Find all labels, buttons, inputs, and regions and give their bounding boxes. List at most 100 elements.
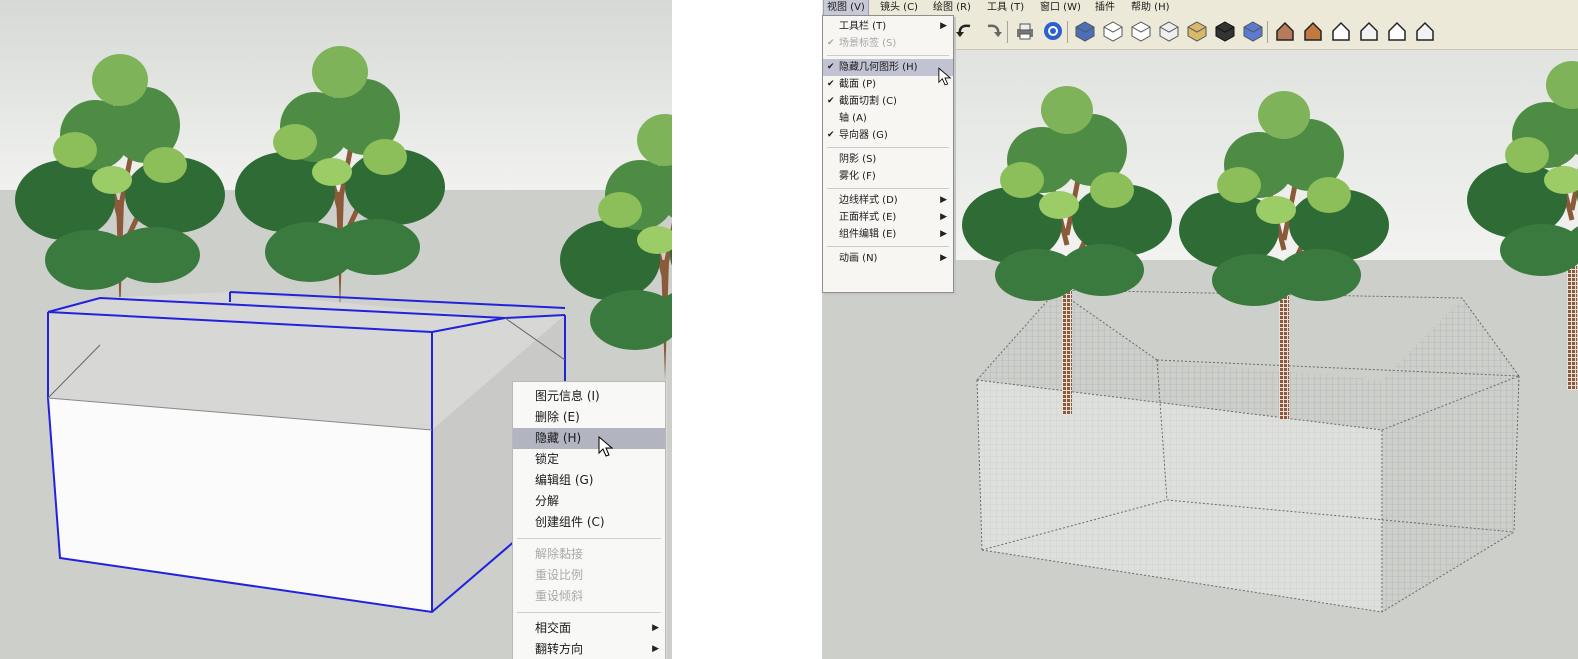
view-menu-item[interactable]: 动画 (N) ▶ xyxy=(823,250,953,267)
view-menu-item-label: 雾化 (F) xyxy=(839,171,876,182)
context-menu-item-label: 图元信息 (I) xyxy=(535,389,600,403)
checkmark-icon: ✔ xyxy=(827,130,835,140)
context-menu-item: 重设倾斜 xyxy=(513,586,665,607)
context-menu-item: 重设比例 xyxy=(513,565,665,586)
view-menu-dropdown: 工具栏 (T) ▶ ✔ 场景标签 (S) ✔ 隐藏几何图形 (H) ✔ 截面 (P) ✔ 截面切割… xyxy=(822,15,954,293)
menu-draw[interactable]: 绘图 (R) xyxy=(930,0,974,15)
iso-view-icon[interactable] xyxy=(1074,20,1096,42)
view-menu-item-label: 边线样式 (D) xyxy=(839,195,898,206)
context-menu-item[interactable]: 删除 (E) xyxy=(513,407,665,428)
context-menu-item[interactable]: 分解 xyxy=(513,491,665,512)
shaded-texture-icon[interactable] xyxy=(1186,20,1208,42)
submenu-arrow-icon: ▶ xyxy=(940,253,947,263)
checkmark-icon: ✔ xyxy=(827,38,835,48)
submenu-arrow-icon: ▶ xyxy=(940,21,947,31)
context-menu-item[interactable]: 图元信息 (I) xyxy=(513,386,665,407)
monochrome-icon[interactable] xyxy=(1214,20,1236,42)
menu-separator xyxy=(517,538,661,539)
model-info-icon[interactable] xyxy=(1042,20,1064,42)
redo-icon[interactable] xyxy=(982,20,1004,42)
context-menu-item-label: 删除 (E) xyxy=(535,410,580,424)
view-menu-item-label: 场景标签 (S) xyxy=(839,38,897,49)
context-menu: 图元信息 (I) 删除 (E) 隐藏 (H) 锁定编辑组 (G) 分解创建组件 (C) 解… xyxy=(512,381,666,659)
context-menu-item[interactable]: 隐藏 (H) xyxy=(513,428,665,449)
menu-separator xyxy=(517,612,661,613)
view-menu-item-label: 正面样式 (E) xyxy=(839,212,897,223)
context-menu-item-label: 创建组件 (C) xyxy=(535,515,605,529)
shaded-icon[interactable] xyxy=(1158,20,1180,42)
menu-view[interactable]: 视图 (V) xyxy=(823,0,869,16)
view-menu-item-label: 工具栏 (T) xyxy=(839,21,887,32)
front-view-icon[interactable] xyxy=(1302,20,1324,42)
view-menu-item-label: 阴影 (S) xyxy=(839,154,877,165)
view-menu-item[interactable]: ✔ 截面切割 (C) xyxy=(823,93,953,110)
view-menu-item-label: 轴 (A) xyxy=(839,113,867,124)
context-menu-item-label: 解除黏接 xyxy=(535,547,584,561)
right-viewport[interactable]: 视图 (V) 镜头 (C) 绘图 (R) 工具 (T) 窗口 (W) 插件 帮助… xyxy=(822,0,1578,659)
view-menu-item-label: 隐藏几何图形 (H) xyxy=(839,62,918,73)
view-menu-item[interactable]: 雾化 (F) xyxy=(823,168,953,185)
submenu-arrow-icon: ▶ xyxy=(940,229,947,239)
menu-tools[interactable]: 工具 (T) xyxy=(984,0,1027,15)
view-menu-item[interactable]: ✔ 截面 (P) xyxy=(823,76,953,93)
context-menu-item-label: 重设比例 xyxy=(535,568,584,582)
menu-window[interactable]: 窗口 (W) xyxy=(1037,0,1084,15)
menu-help[interactable]: 帮助 (H) xyxy=(1128,0,1173,15)
context-menu-item-label: 编辑组 (G) xyxy=(535,473,594,487)
hidden-line-icon[interactable] xyxy=(1130,20,1152,42)
toolbar-separator xyxy=(1067,21,1068,43)
toolbar xyxy=(952,15,1578,50)
submenu-arrow-icon: ▶ xyxy=(652,644,659,654)
context-menu-item[interactable]: 编辑组 (G) xyxy=(513,470,665,491)
checkmark-icon: ✔ xyxy=(827,96,835,106)
view-menu-item[interactable]: 边线样式 (D) ▶ xyxy=(823,192,953,209)
context-menu-item-label: 锁定 xyxy=(535,452,560,466)
menu-separator xyxy=(827,188,949,189)
context-menu-item: 解除黏接 xyxy=(513,544,665,565)
menu-plugins[interactable]: 插件 xyxy=(1092,0,1118,15)
view-menu-item-label: 动画 (N) xyxy=(839,253,878,264)
xray-icon[interactable] xyxy=(1242,20,1264,42)
view-menu-item-label: 组件编辑 (E) xyxy=(839,229,897,240)
view-menu-item-label: 截面 (P) xyxy=(839,79,877,90)
context-menu-item-label: 相交面 xyxy=(535,621,572,635)
context-menu-item[interactable]: 翻转方向 ▶ xyxy=(513,639,665,659)
view-menu-item[interactable]: 正面样式 (E) ▶ xyxy=(823,209,953,226)
menu-bar: 视图 (V) 镜头 (C) 绘图 (R) 工具 (T) 窗口 (W) 插件 帮助… xyxy=(822,0,1578,16)
view-menu-item: ✔ 场景标签 (S) xyxy=(823,35,953,52)
submenu-arrow-icon: ▶ xyxy=(940,195,947,205)
view-menu-item[interactable]: 轴 (A) xyxy=(823,110,953,127)
menu-camera[interactable]: 镜头 (C) xyxy=(877,0,921,15)
view-menu-item[interactable]: 组件编辑 (E) ▶ xyxy=(823,226,953,243)
context-menu-item-label: 隐藏 (H) xyxy=(535,431,582,445)
menu-separator xyxy=(827,147,949,148)
menu-separator xyxy=(827,55,949,56)
context-menu-item[interactable]: 锁定 xyxy=(513,449,665,470)
view-menu-item[interactable]: ✔ 隐藏几何图形 (H) xyxy=(823,59,953,76)
view-menu-item[interactable]: 阴影 (S) xyxy=(823,151,953,168)
mouse-cursor-icon xyxy=(938,67,952,86)
back-view-icon[interactable] xyxy=(1358,20,1380,42)
submenu-arrow-icon: ▶ xyxy=(652,623,659,633)
context-menu-item-label: 重设倾斜 xyxy=(535,589,584,603)
context-menu-item[interactable]: 相交面 ▶ xyxy=(513,618,665,639)
submenu-arrow-icon: ▶ xyxy=(940,212,947,222)
top-view-icon[interactable] xyxy=(1274,20,1296,42)
right-view-icon[interactable] xyxy=(1330,20,1352,42)
toolbar-separator xyxy=(1007,21,1008,43)
context-menu-item[interactable]: 创建组件 (C) xyxy=(513,512,665,533)
wireframe-icon[interactable] xyxy=(1102,20,1124,42)
view-menu-item-label: 截面切割 (C) xyxy=(839,96,897,107)
context-menu-item-label: 翻转方向 xyxy=(535,642,584,656)
print-icon[interactable] xyxy=(1014,20,1036,42)
view-menu-item[interactable]: 工具栏 (T) ▶ xyxy=(823,18,953,35)
menu-separator xyxy=(827,246,949,247)
view-menu-item-label: 导向器 (G) xyxy=(839,130,888,141)
undo-icon[interactable] xyxy=(954,20,976,42)
left-viewport[interactable]: 图元信息 (I) 删除 (E) 隐藏 (H) 锁定编辑组 (G) 分解创建组件 (C) 解… xyxy=(0,0,672,659)
checkmark-icon: ✔ xyxy=(827,79,835,89)
left-view-icon[interactable] xyxy=(1386,20,1408,42)
view-menu-item[interactable]: ✔ 导向器 (G) xyxy=(823,127,953,144)
mouse-cursor-icon xyxy=(598,436,614,457)
bottom-view-icon[interactable] xyxy=(1414,20,1436,42)
